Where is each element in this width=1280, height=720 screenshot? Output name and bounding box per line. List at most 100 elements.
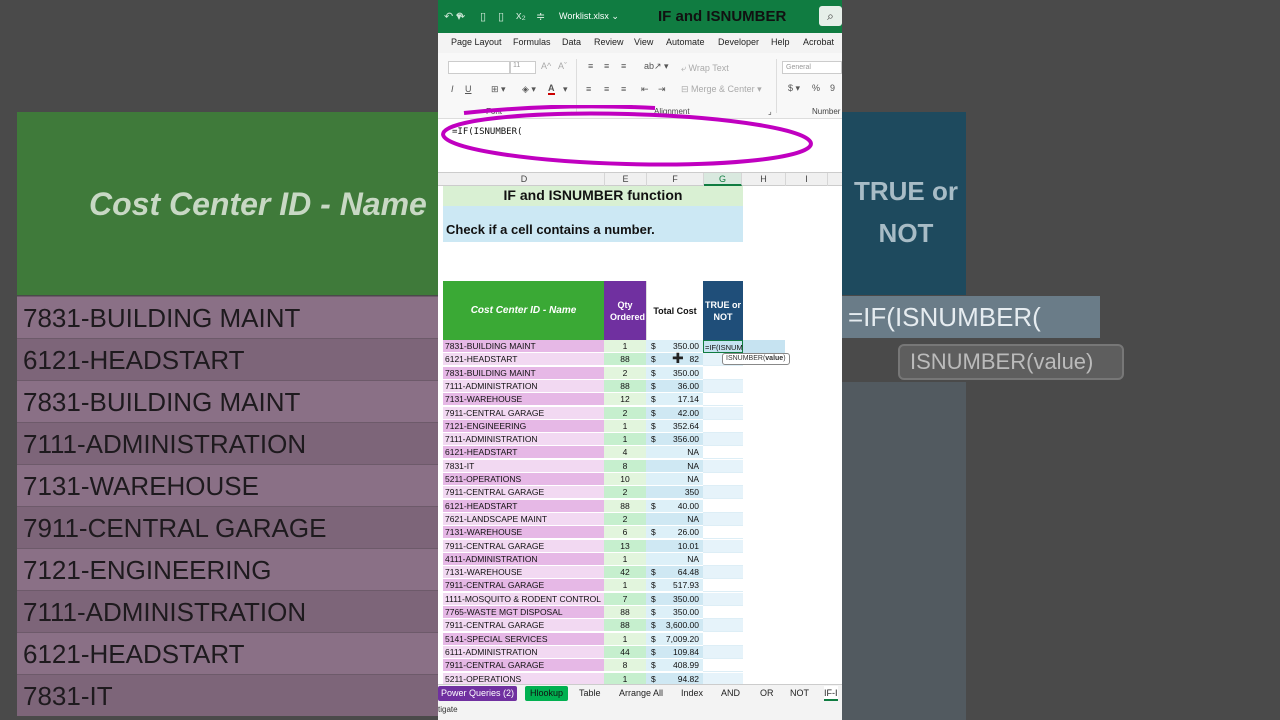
menu-item[interactable]: Page Layout: [451, 37, 502, 47]
cell-total-cost[interactable]: NA: [646, 446, 703, 460]
cell-cost-center[interactable]: 5211-OPERATIONS: [443, 473, 604, 486]
cell-result[interactable]: [703, 459, 743, 473]
sheet-tab[interactable]: AND: [721, 686, 740, 701]
increase-indent-icon[interactable]: ⇥: [658, 84, 666, 95]
menu-item[interactable]: Help: [771, 37, 790, 47]
cell-qty[interactable]: 12: [604, 393, 646, 407]
cell-total-cost[interactable]: 350: [646, 486, 703, 500]
cell-cost-center[interactable]: 7911-CENTRAL GARAGE: [443, 539, 604, 553]
align-center-icon[interactable]: ≡: [604, 84, 609, 94]
cell-result[interactable]: [703, 539, 743, 553]
cell-total-cost[interactable]: $3,600.00: [646, 619, 703, 633]
cell-total-cost[interactable]: $356.00: [646, 433, 703, 447]
cell-result[interactable]: [703, 366, 743, 380]
cell-total-cost[interactable]: $109.84: [646, 645, 703, 659]
cell-total-cost[interactable]: NA: [646, 459, 703, 473]
cell-result[interactable]: [703, 379, 743, 393]
cell-qty[interactable]: 2: [604, 512, 646, 526]
cell-result[interactable]: [703, 566, 743, 580]
italic-icon[interactable]: I: [451, 84, 454, 94]
column-header-h[interactable]: H: [742, 173, 786, 186]
cell-cost-center[interactable]: 6111-ADMINISTRATION: [443, 645, 604, 659]
cell-qty[interactable]: 88: [604, 619, 646, 633]
align-top-icon[interactable]: ≡: [588, 61, 593, 71]
decrease-font-icon[interactable]: Aˇ: [558, 61, 567, 71]
new-file-icon[interactable]: ▯: [480, 10, 486, 23]
cell-result[interactable]: [703, 619, 743, 633]
column-header-i[interactable]: I: [786, 173, 828, 186]
header-true-or-not[interactable]: TRUE or NOT: [703, 281, 743, 340]
cell-total-cost[interactable]: $17.14: [646, 393, 703, 407]
cell-cost-center[interactable]: 1111-MOSQUITO & RODENT CONTROL: [443, 592, 604, 606]
cell-cost-center[interactable]: 7765-WASTE MGT DISPOSAL: [443, 606, 604, 619]
menu-item[interactable]: Formulas: [513, 37, 551, 47]
cell-cost-center[interactable]: 7621-LANDSCAPE MAINT: [443, 512, 604, 526]
sheet-tab[interactable]: OR: [760, 686, 774, 701]
cell-result[interactable]: [703, 393, 743, 407]
cell-result[interactable]: [703, 579, 743, 593]
cell-qty[interactable]: 88: [604, 379, 646, 393]
sheet-tab[interactable]: IF-I: [824, 686, 838, 701]
file-name[interactable]: Worklist.xlsx ⌄: [559, 11, 619, 22]
font-color-dropdown-icon[interactable]: ▾: [563, 84, 568, 95]
cell-qty[interactable]: 88: [604, 606, 646, 619]
cell-qty[interactable]: 10: [604, 473, 646, 486]
customize-icon[interactable]: ≑: [536, 10, 545, 23]
cell-total-cost[interactable]: $36.00: [646, 379, 703, 393]
cell-qty[interactable]: 8: [604, 659, 646, 673]
number-format-box[interactable]: General: [782, 61, 842, 74]
cell-cost-center[interactable]: 6121-HEADSTART: [443, 446, 604, 460]
cell-result[interactable]: [703, 659, 743, 673]
sheet-tab[interactable]: Arrange All: [619, 686, 663, 701]
cell-cost-center[interactable]: 4111-ADMINISTRATION: [443, 552, 604, 566]
header-qty-ordered[interactable]: Qty Ordered: [604, 281, 646, 340]
redo-icon[interactable]: ↷: [456, 10, 465, 23]
cell-result[interactable]: [703, 645, 743, 659]
cell-qty[interactable]: 42: [604, 566, 646, 580]
cell-total-cost[interactable]: NA: [646, 473, 703, 486]
active-cell[interactable]: =IF(ISNUMBER(: [703, 340, 761, 353]
cell-qty[interactable]: 1: [604, 552, 646, 566]
column-header-g[interactable]: G: [704, 173, 742, 186]
header-cost-center[interactable]: Cost Center ID - Name: [443, 281, 604, 340]
cell-qty[interactable]: 4: [604, 446, 646, 460]
cell-total-cost[interactable]: $408.99: [646, 659, 703, 673]
menu-item[interactable]: Automate: [666, 37, 705, 47]
cell-qty[interactable]: 2: [604, 406, 646, 420]
cell-cost-center[interactable]: 6121-HEADSTART: [443, 353, 604, 367]
sheet-tab[interactable]: Table: [579, 686, 601, 701]
cell-result[interactable]: [703, 486, 743, 500]
cell-qty[interactable]: 8: [604, 459, 646, 473]
cell-total-cost[interactable]: $517.93: [646, 579, 703, 593]
cell-qty[interactable]: 88: [604, 353, 646, 367]
merge-center-button[interactable]: ⊟ Merge & Center ▾: [681, 84, 762, 95]
subscript-icon[interactable]: x₂: [516, 10, 526, 22]
cell-result[interactable]: [703, 632, 743, 646]
cell-cost-center[interactable]: 7111-ADMINISTRATION: [443, 379, 604, 393]
cell-result[interactable]: [703, 406, 743, 420]
cell-result[interactable]: [703, 606, 743, 619]
function-tooltip[interactable]: ISNUMBER(value): [722, 353, 790, 365]
cell-total-cost[interactable]: $350.00: [646, 366, 703, 380]
cell-result[interactable]: [703, 419, 743, 433]
cell-cost-center[interactable]: 7911-CENTRAL GARAGE: [443, 486, 604, 500]
cell-qty[interactable]: 2: [604, 486, 646, 500]
cell-total-cost[interactable]: $350.00: [646, 606, 703, 619]
cell-cost-center[interactable]: 5141-SPECIAL SERVICES: [443, 632, 604, 646]
header-total-cost[interactable]: Total Cost: [646, 281, 703, 340]
cell-cost-center[interactable]: 7131-WAREHOUSE: [443, 526, 604, 540]
font-color-icon[interactable]: A: [548, 83, 555, 95]
cell-cost-center[interactable]: 7911-CENTRAL GARAGE: [443, 579, 604, 593]
align-bottom-icon[interactable]: ≡: [621, 61, 626, 71]
cell-cost-center[interactable]: 7911-CENTRAL GARAGE: [443, 406, 604, 420]
cell-cost-center[interactable]: 7831-BUILDING MAINT: [443, 340, 604, 353]
cell-total-cost[interactable]: $7,009.20: [646, 632, 703, 646]
fill-color-icon[interactable]: ◈ ▾: [522, 84, 536, 95]
cell-total-cost[interactable]: NA: [646, 552, 703, 566]
cell-cost-center[interactable]: 7131-WAREHOUSE: [443, 393, 604, 407]
cell-qty[interactable]: 1: [604, 632, 646, 646]
cell-cost-center[interactable]: 7911-CENTRAL GARAGE: [443, 619, 604, 633]
menu-item[interactable]: Data: [562, 37, 581, 47]
cell-qty[interactable]: 1: [604, 579, 646, 593]
font-name-box[interactable]: [448, 61, 510, 74]
